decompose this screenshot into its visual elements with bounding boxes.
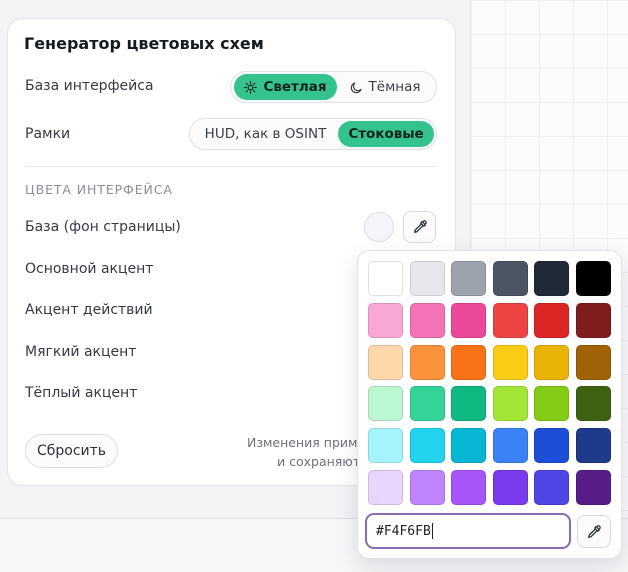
palette-swatch[interactable]	[492, 344, 528, 380]
palette-swatch[interactable]	[409, 302, 445, 338]
palette-swatch[interactable]	[451, 261, 487, 296]
palette-swatch[interactable]	[409, 469, 445, 505]
palette-swatch[interactable]	[409, 428, 445, 464]
palette-swatch[interactable]	[575, 386, 611, 422]
palette-swatch[interactable]	[409, 261, 445, 296]
palette-swatch[interactable]	[534, 469, 570, 505]
panel-title: Генератор цветовых схем	[24, 34, 264, 53]
text-caret	[431, 523, 433, 539]
palette-swatch[interactable]	[451, 344, 487, 380]
palette-swatch[interactable]	[368, 261, 403, 296]
reset-button[interactable]: Сбросить	[25, 434, 118, 468]
picker-eyedropper-button[interactable]	[577, 515, 611, 548]
color-row-base-label: База (фон страницы)	[25, 219, 181, 235]
palette-swatch[interactable]	[368, 344, 403, 380]
palette-swatch[interactable]	[534, 386, 570, 422]
moon-icon	[350, 81, 363, 94]
changes-note: Изменения приме и сохраняют	[240, 430, 358, 474]
palette-swatch[interactable]	[575, 344, 611, 380]
base-color-swatch[interactable]	[364, 212, 394, 242]
palette-swatch[interactable]	[575, 302, 611, 338]
sun-icon	[244, 80, 258, 94]
stock-frames-label: Стоковые	[348, 126, 424, 142]
palette-swatch[interactable]	[534, 302, 570, 338]
interface-base-label: База интерфейса	[25, 78, 154, 94]
palette-swatch[interactable]	[451, 386, 487, 422]
palette-swatch[interactable]	[575, 261, 611, 296]
palette-swatch[interactable]	[451, 302, 487, 338]
hud-frames-label: HUD, как в OSINT	[204, 126, 327, 142]
changes-note-line2: и сохраняют	[277, 454, 358, 469]
palette-swatch[interactable]	[534, 261, 570, 296]
base-color-picker-button[interactable]	[403, 211, 436, 243]
light-theme-button[interactable]: Светлая	[234, 74, 337, 100]
palette-swatch[interactable]	[492, 469, 528, 505]
interface-base-toggle: Светлая Тёмная	[230, 71, 437, 103]
section-divider	[25, 166, 437, 167]
palette-swatch[interactable]	[492, 386, 528, 422]
palette-swatch[interactable]	[492, 302, 528, 338]
dark-theme-button[interactable]: Тёмная	[337, 74, 433, 100]
palette-swatch[interactable]	[575, 428, 611, 464]
palette-swatch[interactable]	[368, 386, 403, 422]
eyedropper-icon	[412, 219, 428, 235]
interface-colors-heading: ЦВЕТА ИНТЕРФЕЙСА	[25, 182, 173, 197]
hud-frames-button[interactable]: HUD, как в OSINT	[193, 121, 338, 147]
palette-swatch[interactable]	[451, 428, 487, 464]
color-palette-grid	[368, 261, 611, 505]
palette-swatch[interactable]	[409, 344, 445, 380]
palette-swatch[interactable]	[409, 386, 445, 422]
palette-swatch[interactable]	[492, 428, 528, 464]
light-theme-label: Светлая	[263, 79, 327, 95]
palette-swatch[interactable]	[534, 428, 570, 464]
palette-swatch[interactable]	[451, 469, 487, 505]
palette-swatch[interactable]	[368, 428, 403, 464]
color-row-action-label: Акцент действий	[25, 302, 153, 318]
palette-swatch[interactable]	[534, 344, 570, 380]
palette-swatch[interactable]	[492, 261, 528, 296]
frames-label: Рамки	[25, 126, 71, 142]
color-row-soft-label: Мягкий акцент	[25, 344, 137, 360]
changes-note-line1: Изменения приме	[247, 435, 358, 450]
color-row-warm-label: Тёплый акцент	[25, 385, 138, 401]
eyedropper-icon	[586, 524, 602, 540]
color-picker-popover: #F4F6FB	[357, 250, 622, 559]
palette-swatch[interactable]	[575, 469, 611, 505]
stock-frames-button[interactable]: Стоковые	[338, 121, 434, 147]
hex-color-value: #F4F6FB	[376, 523, 431, 539]
frames-toggle: HUD, как в OSINT Стоковые	[189, 118, 437, 150]
hex-color-input[interactable]: #F4F6FB	[365, 513, 571, 549]
color-row-primary-label: Основной акцент	[25, 261, 154, 277]
palette-swatch[interactable]	[368, 469, 403, 505]
dark-theme-label: Тёмная	[368, 79, 421, 95]
palette-swatch[interactable]	[368, 302, 403, 338]
